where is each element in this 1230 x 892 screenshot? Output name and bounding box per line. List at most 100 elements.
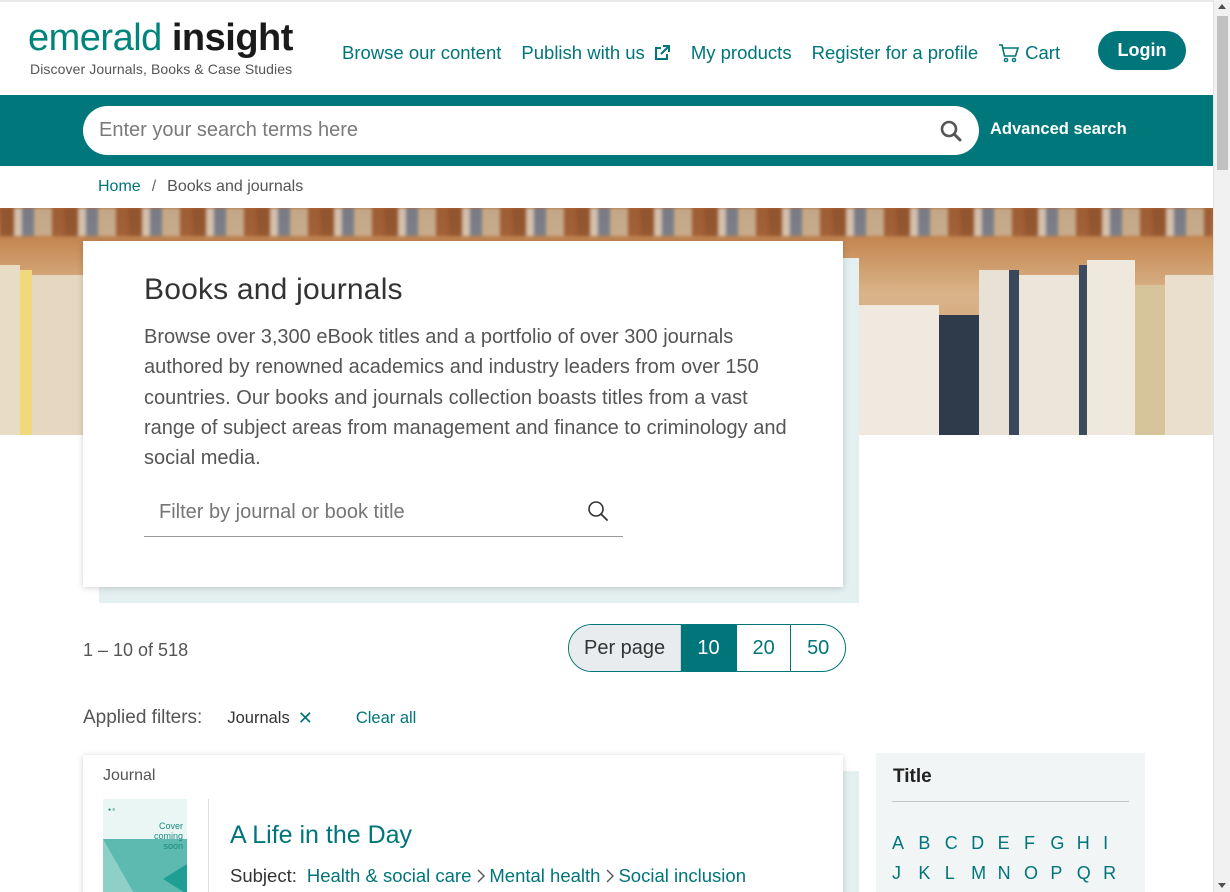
list-item: Journal ● ≡ Cover coming soon A Life in …	[83, 755, 843, 892]
divider	[892, 801, 1129, 802]
banner-book	[859, 305, 939, 435]
nav-browse-content[interactable]: Browse our content	[342, 42, 501, 64]
letter-link[interactable]: D	[971, 828, 997, 858]
title-filter-sidebar: Title A B C D E F G H I J K L M N O P Q …	[876, 753, 1145, 892]
banner-book	[1135, 285, 1165, 435]
search-box	[83, 106, 979, 155]
nav-cart[interactable]: Cart	[998, 42, 1060, 64]
login-button[interactable]: Login	[1098, 31, 1186, 70]
nav-label: My products	[690, 42, 792, 63]
scroll-up-arrow[interactable]	[1218, 4, 1226, 9]
logo-bold-text: insight	[171, 17, 294, 59]
main-nav: Browse our content Publish with us My pr…	[342, 42, 1080, 64]
letter-link[interactable]: J	[892, 858, 918, 888]
result-title-link[interactable]: A Life in the Day	[230, 821, 412, 850]
banner-book	[0, 265, 20, 435]
letter-link[interactable]: F	[1024, 828, 1050, 858]
per-page-option-10[interactable]: 10	[681, 625, 736, 671]
letter-link[interactable]: G	[1050, 828, 1076, 858]
search-input[interactable]	[99, 106, 919, 155]
letter-link[interactable]: P	[1050, 858, 1076, 888]
filter-chip-journals[interactable]: Journals ✕	[227, 708, 312, 729]
banner-book	[1165, 275, 1213, 435]
result-subjects: Subject: Health & social care Mental hea…	[230, 865, 746, 887]
banner-book	[32, 275, 84, 435]
letter-link[interactable]: N	[998, 858, 1024, 888]
chevron-right-icon	[606, 869, 615, 883]
title-filter	[144, 489, 623, 537]
breadcrumb-separator: /	[151, 178, 157, 195]
letter-link[interactable]: E	[998, 828, 1024, 858]
banner-book	[939, 315, 979, 435]
results-count: 1 – 10 of 518	[83, 640, 189, 660]
search-icon[interactable]	[939, 119, 963, 143]
cover-placeholder-text: Cover coming soon	[153, 821, 183, 851]
cover-image[interactable]: ● ≡ Cover coming soon	[103, 799, 187, 892]
per-page-option-50[interactable]: 50	[790, 625, 845, 671]
advanced-search-link[interactable]: Advanced search	[990, 120, 1127, 139]
page-scrollbar[interactable]	[1213, 0, 1230, 892]
page: emerald insight Discover Journals, Books…	[0, 0, 1213, 892]
emerald-insight-logo[interactable]: emerald insight Discover Journals, Books…	[28, 16, 293, 77]
applied-filters: Applied filters: Journals ✕ Clear all	[83, 707, 416, 729]
letter-link[interactable]: K	[918, 858, 944, 888]
intro-card: Books and journals Browse over 3,300 eBo…	[83, 241, 843, 587]
divider	[208, 799, 209, 892]
nav-label: Cart	[1025, 42, 1061, 63]
result-type: Journal	[103, 767, 156, 784]
letter-link[interactable]: H	[1077, 828, 1103, 858]
breadcrumb-current: Books and journals	[167, 178, 304, 195]
subject-link[interactable]: Health & social care	[307, 865, 472, 887]
per-page-label: Per page	[569, 625, 682, 671]
letter-link[interactable]: R	[1103, 858, 1129, 888]
banner-book	[1079, 265, 1087, 435]
letter-link[interactable]: M	[971, 858, 997, 888]
search-icon[interactable]	[587, 500, 609, 522]
per-page-option-20[interactable]: 20	[735, 625, 791, 671]
banner-book	[20, 270, 32, 435]
clear-all-filters-link[interactable]: Clear all	[356, 709, 417, 728]
banner-shelf	[0, 208, 1213, 236]
applied-filters-label: Applied filters:	[83, 707, 203, 728]
breadcrumb: Home / Books and journals	[98, 178, 303, 196]
nav-label: Browse our content	[342, 42, 502, 63]
letter-link[interactable]: B	[918, 828, 944, 858]
letter-link[interactable]: A	[892, 828, 918, 858]
cart-icon	[999, 44, 1020, 63]
scroll-thumb[interactable]	[1217, 16, 1228, 170]
logo-light-text: emerald	[28, 17, 162, 59]
logo-wordmark: emerald insight	[28, 16, 293, 60]
banner-book	[1087, 260, 1135, 435]
subject-link[interactable]: Social inclusion	[618, 865, 746, 887]
banner-book	[1019, 275, 1079, 435]
letter-link[interactable]: Q	[1077, 858, 1103, 888]
sidebar-title: Title	[893, 766, 932, 787]
intro-description: Browse over 3,300 eBook titles and a por…	[144, 326, 787, 470]
letter-link[interactable]: O	[1024, 858, 1050, 888]
nav-label: Register for a profile	[811, 42, 979, 63]
letter-link[interactable]: L	[945, 858, 971, 888]
alphabet-filter: A B C D E F G H I J K L M N O P Q R	[892, 828, 1132, 888]
letter-link[interactable]: I	[1103, 828, 1129, 858]
banner-book	[1009, 270, 1019, 435]
page-title: Books and journals	[144, 273, 403, 306]
nav-register[interactable]: Register for a profile	[812, 42, 979, 64]
close-icon[interactable]: ✕	[298, 708, 313, 729]
filter-chip-label: Journals	[227, 708, 290, 727]
title-filter-input[interactable]	[159, 489, 579, 535]
nav-label: Publish with us	[521, 42, 645, 63]
per-page-selector: Per page 10 20 50	[568, 624, 846, 672]
breadcrumb-home[interactable]: Home	[98, 178, 141, 196]
external-link-icon	[654, 45, 670, 60]
nav-my-products[interactable]: My products	[691, 42, 792, 64]
letter-link[interactable]: C	[945, 828, 971, 858]
subject-link[interactable]: Mental health	[489, 865, 600, 887]
cover-publisher-logo: ● ≡	[108, 807, 116, 813]
scroll-down-arrow[interactable]	[1218, 883, 1226, 888]
site-header: emerald insight Discover Journals, Books…	[0, 0, 1213, 95]
nav-publish-with-us[interactable]: Publish with us	[521, 42, 670, 64]
subject-label: Subject:	[230, 865, 297, 886]
search-bar: Advanced search	[0, 95, 1213, 166]
chevron-right-icon	[477, 869, 486, 883]
logo-tagline: Discover Journals, Books & Case Studies	[30, 61, 293, 77]
